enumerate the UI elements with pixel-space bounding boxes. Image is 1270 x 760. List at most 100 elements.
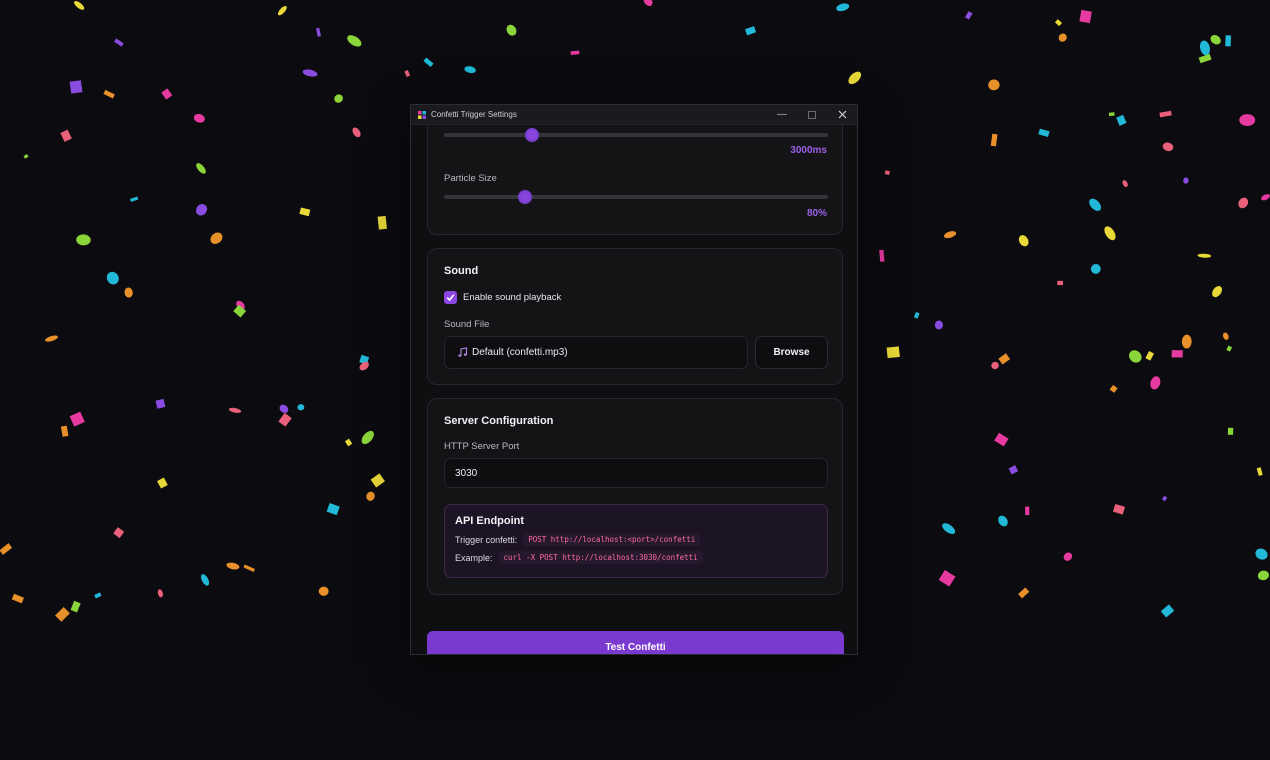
confetti-piece bbox=[196, 163, 206, 174]
confetti-piece bbox=[1145, 350, 1154, 361]
confetti-piece bbox=[991, 361, 999, 370]
particle-size-label: Particle Size bbox=[444, 173, 497, 184]
confetti-piece bbox=[210, 232, 223, 245]
confetti-piece bbox=[998, 353, 1011, 365]
api-endpoint-box: API Endpoint Trigger confetti: POST http… bbox=[444, 504, 828, 578]
sound-file-field[interactable]: Default (confetti.mp3) bbox=[444, 336, 748, 369]
confetti-piece bbox=[226, 562, 240, 570]
confetti-piece bbox=[277, 6, 287, 16]
port-input[interactable]: 3030 bbox=[444, 458, 828, 488]
confetti-piece bbox=[1257, 570, 1270, 581]
server-card: Server Configuration HTTP Server Port 30… bbox=[427, 398, 843, 595]
confetti-piece bbox=[302, 69, 318, 77]
confetti-piece bbox=[1198, 53, 1212, 64]
confetti-piece bbox=[157, 477, 168, 489]
confetti-piece bbox=[1090, 264, 1101, 274]
confetti-piece bbox=[423, 57, 434, 68]
confetti-piece bbox=[157, 589, 163, 598]
confetti-piece bbox=[1109, 384, 1118, 393]
settings-content: 3000ms Particle Size 80% Sound Enable so… bbox=[411, 125, 857, 654]
confetti-piece bbox=[1104, 226, 1116, 241]
confetti-piece bbox=[1226, 345, 1233, 352]
confetti-piece bbox=[879, 249, 885, 262]
confetti-piece bbox=[318, 586, 329, 596]
confetti-piece bbox=[200, 574, 210, 586]
close-icon[interactable] bbox=[827, 105, 857, 124]
window-title: Confetti Trigger Settings bbox=[431, 110, 517, 119]
confetti-piece bbox=[836, 3, 850, 12]
confetti-piece bbox=[315, 27, 321, 37]
confetti-piece bbox=[643, 0, 653, 7]
confetti-piece bbox=[1210, 35, 1221, 45]
confetti-piece bbox=[228, 407, 242, 413]
confetti-piece bbox=[1150, 376, 1161, 390]
confetti-piece bbox=[0, 543, 13, 555]
confetti-piece bbox=[377, 215, 387, 230]
confetti-piece bbox=[1197, 253, 1212, 258]
confetti-piece bbox=[1238, 197, 1249, 209]
confetti-piece bbox=[1018, 235, 1029, 247]
enable-sound-label[interactable]: Enable sound playback bbox=[463, 292, 561, 303]
confetti-piece bbox=[243, 564, 255, 572]
confetti-piece bbox=[195, 204, 208, 216]
confetti-piece bbox=[60, 129, 72, 142]
confetti-piece bbox=[1160, 604, 1175, 618]
title-bar[interactable]: Confetti Trigger Settings — bbox=[411, 105, 857, 125]
confetti-piece bbox=[361, 430, 374, 445]
example-code: curl -X POST http://localhost:3030/confe… bbox=[498, 551, 703, 564]
trigger-code: POST http://localhost:<port>/confetti bbox=[523, 533, 701, 546]
confetti-piece bbox=[988, 79, 1000, 91]
maximize-icon[interactable] bbox=[797, 105, 827, 124]
confetti-piece bbox=[506, 24, 517, 36]
confetti-piece bbox=[998, 515, 1008, 527]
browse-button[interactable]: Browse bbox=[755, 336, 828, 369]
confetti-piece bbox=[334, 94, 343, 103]
duration-slider-thumb[interactable] bbox=[525, 128, 540, 142]
confetti-piece bbox=[1225, 35, 1232, 47]
particle-size-value: 80% bbox=[806, 208, 827, 219]
confetti-piece bbox=[94, 592, 102, 599]
confetti-piece bbox=[279, 404, 289, 414]
confetti-piece bbox=[366, 491, 375, 501]
duration-slider-track[interactable] bbox=[444, 133, 828, 137]
confetti-piece bbox=[745, 26, 757, 36]
confetti-piece bbox=[943, 231, 957, 239]
confetti-piece bbox=[570, 50, 580, 55]
confetti-piece bbox=[1038, 128, 1050, 138]
confetti-piece bbox=[884, 170, 890, 175]
confetti-piece bbox=[1256, 467, 1263, 476]
confetti-piece bbox=[464, 66, 476, 74]
confetti-piece bbox=[1255, 548, 1268, 560]
app-icon bbox=[418, 110, 426, 119]
confetti-piece bbox=[848, 71, 862, 85]
music-note-icon bbox=[458, 347, 468, 357]
confetti-piece bbox=[964, 11, 973, 20]
confetti-piece bbox=[942, 523, 956, 534]
confetti-piece bbox=[76, 234, 91, 246]
confetti-piece bbox=[69, 80, 83, 94]
confetti-piece bbox=[1089, 198, 1102, 211]
confetti-piece bbox=[60, 425, 69, 437]
port-value: 3030 bbox=[455, 467, 478, 479]
confetti-piece bbox=[1108, 112, 1115, 116]
confetti-piece bbox=[1112, 503, 1126, 515]
particle-size-slider-thumb[interactable] bbox=[517, 190, 532, 204]
example-row: Example: curl -X POST http://localhost:3… bbox=[455, 551, 703, 564]
confetti-piece bbox=[1222, 332, 1229, 340]
api-endpoint-title: API Endpoint bbox=[455, 515, 525, 527]
confetti-piece bbox=[1161, 495, 1168, 502]
confetti-piece bbox=[1227, 427, 1234, 435]
sound-file-value: Default (confetti.mp3) bbox=[472, 347, 568, 358]
confetti-piece bbox=[1122, 180, 1128, 188]
sound-file-label: Sound File bbox=[444, 319, 490, 330]
confetti-piece bbox=[938, 569, 956, 587]
port-label: HTTP Server Port bbox=[444, 441, 520, 452]
confetti-piece bbox=[70, 600, 81, 613]
test-confetti-button[interactable]: Test Confetti bbox=[427, 631, 844, 654]
particle-size-slider-track[interactable] bbox=[444, 195, 828, 199]
confetti-piece bbox=[1162, 142, 1174, 152]
confetti-piece bbox=[994, 432, 1009, 447]
minimize-icon[interactable]: — bbox=[767, 105, 797, 124]
confetti-piece bbox=[1116, 114, 1127, 126]
enable-sound-checkbox[interactable] bbox=[444, 291, 457, 304]
